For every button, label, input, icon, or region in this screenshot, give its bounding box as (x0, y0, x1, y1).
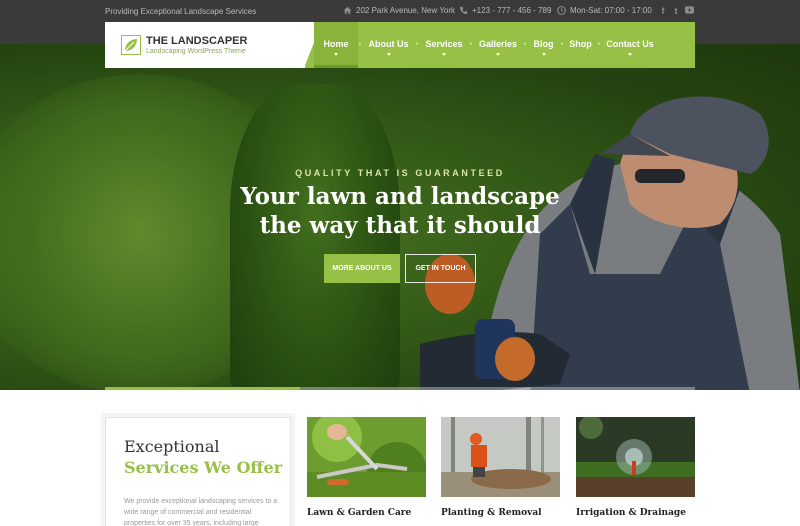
nav-galleries[interactable]: Galleries (473, 22, 523, 68)
brand-subtitle: Landscaping WordPress Theme (146, 48, 246, 55)
lawn-care-image (307, 417, 426, 497)
hero-title-line-2: the way that it should (259, 212, 541, 239)
chevron-down-icon (334, 53, 338, 56)
address-info: 202 Park Avenue, New York (343, 6, 455, 15)
irrigation-image (576, 417, 695, 497)
planting-image (441, 417, 560, 497)
site-header: THE LANDSCAPER Landscaping WordPress The… (105, 22, 695, 68)
hours-info: Mon-Sat: 07:00 - 17:00 (557, 6, 652, 15)
nav-label: Blog (533, 39, 554, 49)
nav-label: Contact Us (606, 39, 654, 49)
service-card-planting[interactable]: Planting & Removal (441, 417, 560, 518)
service-card-irrigation[interactable]: Irrigation & Drainage (576, 417, 695, 518)
nav-about-us[interactable]: About Us (362, 22, 415, 68)
phone-text[interactable]: +123 - 777 - 456 - 789 (472, 6, 551, 15)
phone-info: +123 - 777 - 456 - 789 (459, 6, 551, 15)
nav-blog[interactable]: Blog (527, 22, 560, 68)
slider-progress-track (105, 387, 695, 390)
nav-label: Shop (569, 39, 592, 49)
hours-text: Mon-Sat: 07:00 - 17:00 (570, 6, 652, 15)
nav-label: Home (323, 39, 349, 49)
nav-services[interactable]: Services (419, 22, 469, 68)
slider-progress-fill (105, 387, 300, 390)
card-title: Irrigation & Drainage (576, 508, 686, 518)
services-intro-box: Exceptional Services We Offer We provide… (105, 417, 291, 526)
logo[interactable]: THE LANDSCAPER Landscaping WordPress The… (105, 22, 305, 68)
card-title: Lawn & Garden Care (307, 508, 412, 518)
chevron-down-icon (386, 53, 391, 56)
hero-kicker: QUALITY THAT IS GUARANTEED (295, 168, 505, 178)
address-text: 202 Park Avenue, New York (356, 6, 456, 15)
hero-title: Your lawn and landscape the way that it … (0, 182, 800, 240)
youtube-icon[interactable] (685, 6, 694, 16)
chevron-down-icon (628, 53, 632, 56)
home-icon (343, 6, 352, 15)
facebook-icon[interactable]: f (659, 6, 667, 16)
hero-slider: QUALITY THAT IS GUARANTEED Your lawn and… (0, 44, 800, 390)
hero-title-line-1: Your lawn and landscape (240, 183, 560, 210)
service-card-lawn[interactable]: Lawn & Garden Care (307, 417, 426, 518)
nav-label: Galleries (478, 39, 518, 49)
services-description: We provide exceptional landscaping servi… (124, 498, 278, 526)
get-in-touch-button[interactable]: GET IN TOUCH (405, 254, 476, 283)
nav-home[interactable]: Home (314, 22, 358, 68)
social-links: f t (659, 6, 694, 16)
tagline: Providing Exceptional Landscape Services (105, 7, 257, 16)
more-about-us-button[interactable]: MORE ABOUT US (324, 254, 400, 283)
chevron-down-icon (496, 53, 500, 56)
nav-shop[interactable]: Shop (564, 22, 597, 68)
main-nav: Home • About Us • Services • Galleries •… (314, 22, 659, 68)
nav-label: Services (425, 39, 463, 49)
leaf-icon (121, 35, 141, 55)
nav-label: About Us (368, 39, 409, 49)
card-title: Planting & Removal (441, 508, 542, 518)
brand-title: THE LANDSCAPER (146, 35, 248, 47)
nav-contact-us[interactable]: Contact Us (601, 22, 659, 68)
services-heading-line-1: Exceptional (124, 437, 220, 456)
services-heading-line-2: Services We Offer (124, 458, 283, 477)
twitter-icon[interactable]: t (672, 6, 680, 16)
phone-icon (459, 6, 468, 15)
chevron-down-icon (541, 53, 546, 56)
clock-icon (557, 6, 566, 15)
chevron-down-icon (442, 53, 446, 56)
